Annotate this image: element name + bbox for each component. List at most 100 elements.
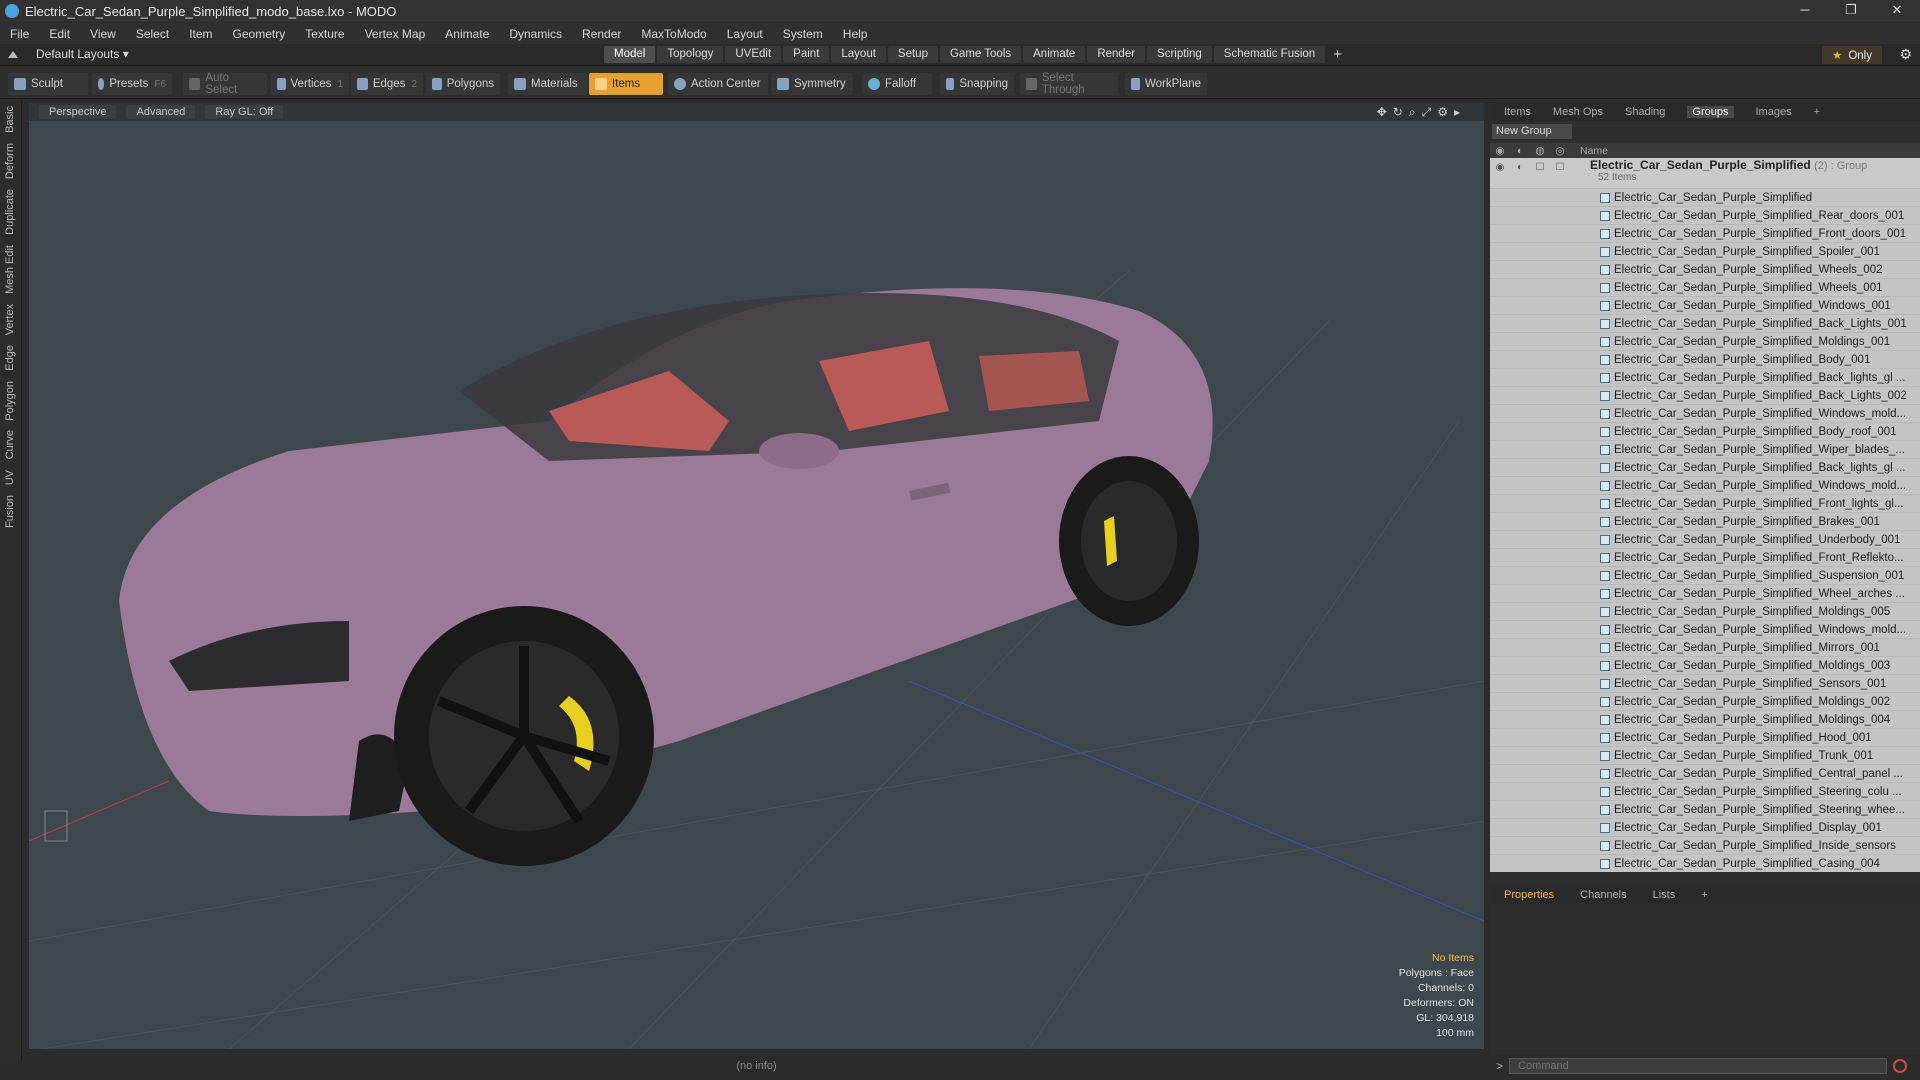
- tab-scripting[interactable]: Scripting: [1147, 46, 1212, 63]
- list-item[interactable]: Electric_Car_Sedan_Purple_Simplified_Bac…: [1490, 314, 1920, 332]
- list-item[interactable]: Electric_Car_Sedan_Purple_Simplified_Bac…: [1490, 368, 1920, 386]
- view-mode-dropdown[interactable]: Perspective: [39, 105, 117, 119]
- list-item[interactable]: Electric_Car_Sedan_Purple_Simplified_Mir…: [1490, 638, 1920, 656]
- pan-icon[interactable]: ✥: [1377, 105, 1393, 119]
- menu-animate[interactable]: Animate: [435, 27, 499, 41]
- tab-groups[interactable]: Groups: [1687, 106, 1734, 118]
- list-item[interactable]: Electric_Car_Sedan_Purple_Simplified_Fro…: [1490, 224, 1920, 242]
- list-item[interactable]: Electric_Car_Sedan_Purple_Simplified_Win…: [1490, 296, 1920, 314]
- tab-mesh-ops[interactable]: Mesh Ops: [1553, 106, 1603, 118]
- list-item[interactable]: Electric_Car_Sedan_Purple_Simplified_Sus…: [1490, 566, 1920, 584]
- edges-button[interactable]: Edges 2: [351, 73, 423, 95]
- group-row[interactable]: ◉ ◐ ☐ ☐ Electric_Car_Sedan_Purple_Simpli…: [1490, 158, 1920, 188]
- list-item[interactable]: Electric_Car_Sedan_Purple_Simplified_Hoo…: [1490, 728, 1920, 746]
- list-item[interactable]: Electric_Car_Sedan_Purple_Simplified_Fro…: [1490, 494, 1920, 512]
- list-item[interactable]: Electric_Car_Sedan_Purple_Simplified_Mol…: [1490, 656, 1920, 674]
- raygl-toggle[interactable]: Ray GL: Off: [205, 105, 284, 119]
- polygons-button[interactable]: Polygons: [426, 73, 500, 95]
- tab-shading[interactable]: Shading: [1625, 106, 1665, 118]
- visibility-column-icon[interactable]: ◉: [1490, 145, 1510, 157]
- left-tab-duplicate[interactable]: Duplicate: [4, 184, 16, 240]
- tab-game-tools[interactable]: Game Tools: [939, 46, 1022, 63]
- tab-lists[interactable]: Lists: [1653, 889, 1676, 901]
- maximize-button[interactable]: ❐: [1828, 0, 1874, 22]
- fit-icon[interactable]: ⤢: [1422, 105, 1438, 119]
- items-button[interactable]: Items: [589, 73, 663, 95]
- menu-texture[interactable]: Texture: [295, 27, 354, 41]
- add-properties-tab-icon[interactable]: +: [1701, 889, 1707, 901]
- list-item[interactable]: Electric_Car_Sedan_Purple_Simplified_Rea…: [1490, 206, 1920, 224]
- list-item[interactable]: Electric_Car_Sedan_Purple_Simplified_Cas…: [1490, 854, 1920, 872]
- left-tab-mesh-edit[interactable]: Mesh Edit: [4, 240, 16, 299]
- tab-animate[interactable]: Animate: [1023, 46, 1086, 63]
- menu-help[interactable]: Help: [833, 27, 878, 41]
- add-tab-icon[interactable]: +: [1327, 46, 1348, 63]
- list-item[interactable]: Electric_Car_Sedan_Purple_Simplified_Ste…: [1490, 800, 1920, 818]
- action-center-button[interactable]: Action Center: [668, 73, 768, 95]
- viewport-menu-arrow-icon[interactable]: ▸: [1454, 105, 1466, 119]
- list-item[interactable]: Electric_Car_Sedan_Purple_Simplified_Ins…: [1490, 836, 1920, 854]
- viewport-settings-icon[interactable]: ⚙: [1437, 105, 1454, 119]
- list-item[interactable]: Electric_Car_Sedan_Purple_Simplified_Tru…: [1490, 746, 1920, 764]
- list-item[interactable]: Electric_Car_Sedan_Purple_Simplified_Bra…: [1490, 512, 1920, 530]
- list-item[interactable]: Electric_Car_Sedan_Purple_Simplified_Sen…: [1490, 674, 1920, 692]
- tab-setup[interactable]: Setup: [887, 46, 938, 63]
- tab-uvedit[interactable]: UVEdit: [725, 46, 782, 63]
- tab-paint[interactable]: Paint: [783, 46, 830, 63]
- name-column-header[interactable]: Name: [1580, 145, 1608, 157]
- menu-dynamics[interactable]: Dynamics: [499, 27, 572, 41]
- menu-render[interactable]: Render: [572, 27, 631, 41]
- menu-system[interactable]: System: [773, 27, 833, 41]
- tab-layout[interactable]: Layout: [831, 46, 886, 63]
- list-item[interactable]: Electric_Car_Sedan_Purple_Simplified_Spo…: [1490, 242, 1920, 260]
- tab-render[interactable]: Render: [1087, 46, 1146, 63]
- left-tab-curve[interactable]: Curve: [4, 425, 16, 464]
- menu-edit[interactable]: Edit: [39, 27, 80, 41]
- list-item[interactable]: Electric_Car_Sedan_Purple_Simplified_Mol…: [1490, 710, 1920, 728]
- menu-layout[interactable]: Layout: [717, 27, 773, 41]
- menu-view[interactable]: View: [80, 27, 126, 41]
- list-item[interactable]: Electric_Car_Sedan_Purple_Simplified_Whe…: [1490, 260, 1920, 278]
- lock-column-icon[interactable]: ◍: [1530, 145, 1550, 157]
- render-column-icon[interactable]: ◐: [1510, 145, 1530, 157]
- presets-button[interactable]: Presets F6: [92, 73, 172, 95]
- vertices-button[interactable]: Vertices 1: [271, 73, 349, 95]
- rotate-icon[interactable]: ↻: [1393, 105, 1409, 119]
- list-item[interactable]: Electric_Car_Sedan_Purple_Simplified_Wip…: [1490, 440, 1920, 458]
- close-button[interactable]: ✕: [1874, 0, 1920, 22]
- layout-preset-dropdown[interactable]: Default Layouts ▾: [8, 47, 129, 61]
- left-tab-polygon[interactable]: Polygon: [4, 376, 16, 426]
- snapping-button[interactable]: Snapping: [940, 73, 1014, 95]
- 3d-viewport[interactable]: Perspective Advanced Ray GL: Off ✥↻⌕⤢⚙▸: [29, 103, 1484, 1049]
- list-item[interactable]: Electric_Car_Sedan_Purple_Simplified_Mol…: [1490, 332, 1920, 350]
- menu-file[interactable]: File: [0, 27, 39, 41]
- list-item[interactable]: Electric_Car_Sedan_Purple_Simplified_Mol…: [1490, 602, 1920, 620]
- list-item[interactable]: Electric_Car_Sedan_Purple_Simplified_Dis…: [1490, 818, 1920, 836]
- list-item[interactable]: Electric_Car_Sedan_Purple_Simplified_Und…: [1490, 530, 1920, 548]
- command-input[interactable]: [1509, 1058, 1888, 1074]
- settings-gear-icon[interactable]: ⚙: [1899, 46, 1912, 63]
- tab-images[interactable]: Images: [1756, 106, 1792, 118]
- left-tab-vertex[interactable]: Vertex: [4, 299, 16, 340]
- list-item[interactable]: Electric_Car_Sedan_Purple_Simplified_Bac…: [1490, 458, 1920, 476]
- list-item[interactable]: Electric_Car_Sedan_Purple_Simplified_Win…: [1490, 620, 1920, 638]
- shading-mode-dropdown[interactable]: Advanced: [126, 105, 196, 119]
- symmetry-button[interactable]: Symmetry: [771, 73, 853, 95]
- new-group-button[interactable]: New Group: [1492, 124, 1572, 139]
- list-item[interactable]: Electric_Car_Sedan_Purple_Simplified_Bod…: [1490, 350, 1920, 368]
- auto-select-button[interactable]: Auto Select: [183, 72, 267, 96]
- menu-vertex-map[interactable]: Vertex Map: [355, 27, 436, 41]
- tab-channels[interactable]: Channels: [1580, 889, 1626, 901]
- materials-button[interactable]: Materials: [508, 73, 588, 95]
- tab-schematic-fusion[interactable]: Schematic Fusion: [1213, 46, 1326, 63]
- list-item[interactable]: Electric_Car_Sedan_Purple_Simplified_Bod…: [1490, 422, 1920, 440]
- list-item[interactable]: Electric_Car_Sedan_Purple_Simplified_Ste…: [1490, 782, 1920, 800]
- zoom-icon[interactable]: ⌕: [1409, 105, 1422, 119]
- select-column-icon[interactable]: ◎: [1550, 145, 1570, 157]
- workplane-button[interactable]: WorkPlane: [1125, 73, 1207, 95]
- record-macro-icon[interactable]: [1893, 1059, 1908, 1073]
- only-toggle[interactable]: ★ Only: [1822, 46, 1882, 64]
- tab-topology[interactable]: Topology: [657, 46, 724, 63]
- left-tab-deform[interactable]: Deform: [4, 138, 16, 184]
- left-tab-uv[interactable]: UV: [4, 465, 16, 490]
